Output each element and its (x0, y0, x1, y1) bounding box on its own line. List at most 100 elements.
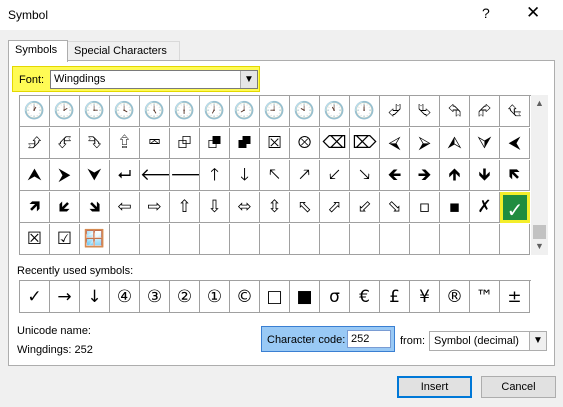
recent-symbol-cell[interactable]: □ (260, 281, 290, 313)
symbol-cell[interactable]: 🡓 (230, 160, 260, 191)
symbol-cell[interactable]: ⮵ (20, 128, 50, 159)
chevron-down-icon[interactable]: ▼ (240, 71, 257, 88)
symbol-cell[interactable]: 🡐 (140, 160, 170, 191)
symbol-cell[interactable]: 🡹 (440, 160, 470, 191)
symbol-cell[interactable]: 🕔 (140, 96, 170, 127)
recent-symbol-cell[interactable]: σ (320, 281, 350, 313)
symbol-cell[interactable]: ⮚ (410, 128, 440, 159)
symbol-cell[interactable]: ⇨ (140, 192, 170, 223)
symbol-cell[interactable]: 🕛 (350, 96, 380, 127)
recent-symbol-cell[interactable]: → (50, 281, 80, 313)
symbol-cell[interactable]: ✗ (470, 192, 500, 223)
recent-symbol-cell[interactable]: ™ (470, 281, 500, 313)
symbol-cell[interactable] (410, 224, 440, 255)
symbol-cell[interactable]: 🕙 (290, 96, 320, 127)
symbol-cell[interactable]: ⮛ (470, 128, 500, 159)
symbol-cell[interactable]: 🕓 (110, 96, 140, 127)
symbol-cell[interactable]: ⮹ (140, 128, 170, 159)
symbol-cell[interactable]: 🕒 (80, 96, 110, 127)
symbol-cell[interactable] (140, 224, 170, 255)
symbol-cell[interactable]: ⬁ (290, 192, 320, 223)
symbol-cell[interactable] (170, 224, 200, 255)
symbol-cell[interactable]: ⮰ (380, 96, 410, 127)
symbol-cell[interactable]: 🡾 (80, 192, 110, 223)
symbol-cell[interactable]: ⇳ (260, 192, 290, 223)
symbol-cell[interactable] (200, 224, 230, 255)
recent-symbol-cell[interactable]: ¥ (410, 281, 440, 313)
scroll-up-icon[interactable]: ▲ (531, 95, 548, 112)
cancel-button[interactable]: Cancel (481, 376, 556, 398)
symbol-cell[interactable] (350, 224, 380, 255)
symbol-cell[interactable]: 🡼 (500, 160, 530, 191)
symbol-cell[interactable]: 🕐 (20, 96, 50, 127)
symbol-cell[interactable] (380, 224, 410, 255)
symbol-cell[interactable]: ⇧ (170, 192, 200, 223)
symbol-cell[interactable]: ⮳ (470, 96, 500, 127)
symbol-cell[interactable]: 🕗 (230, 96, 260, 127)
symbol-cell[interactable]: ⬂ (380, 192, 410, 223)
symbol-cell[interactable] (290, 224, 320, 255)
recent-symbol-cell[interactable]: € (350, 281, 380, 313)
symbol-cell[interactable]: ⮺ (170, 128, 200, 159)
symbol-cell[interactable]: ⬄ (230, 192, 260, 223)
recent-symbol-cell[interactable]: £ (380, 281, 410, 313)
symbol-cell[interactable] (470, 224, 500, 255)
symbol-cell[interactable]: ⌫ (320, 128, 350, 159)
symbol-cell[interactable]: ⮝ (20, 160, 50, 191)
close-button[interactable]: ✕ (526, 3, 540, 23)
symbol-cell[interactable]: 🡕 (290, 160, 320, 191)
scroll-thumb[interactable] (533, 225, 546, 239)
from-select[interactable]: Symbol (decimal) ▼ (429, 331, 547, 351)
font-select[interactable]: Wingdings ▼ (50, 70, 258, 89)
recent-symbol-cell[interactable]: ✓ (20, 281, 50, 313)
recent-symbol-cell[interactable]: © (230, 281, 260, 313)
symbol-cell[interactable]: ⮾ (290, 128, 320, 159)
symbol-cell[interactable]: 🡒 (170, 160, 200, 191)
symbol-cell[interactable] (500, 224, 530, 255)
symbol-cell[interactable] (110, 224, 140, 255)
insert-button[interactable]: Insert (397, 376, 472, 398)
symbol-cell[interactable]: 🡻 (470, 160, 500, 191)
symbol-cell[interactable]: ⮴ (500, 96, 530, 127)
symbol-cell[interactable]: 🡔 (260, 160, 290, 191)
symbol-cell[interactable]: 🕖 (200, 96, 230, 127)
symbol-cell[interactable]: ⮷ (80, 128, 110, 159)
recent-symbol-cell[interactable]: ① (200, 281, 230, 313)
symbol-cell[interactable]: ⮠ (110, 160, 140, 191)
symbol-cell[interactable]: ⮽ (260, 128, 290, 159)
scroll-down-icon[interactable]: ▼ (531, 238, 548, 255)
symbol-cell[interactable]: 🪟 (80, 224, 110, 255)
symbol-cell[interactable]: 🡖 (350, 160, 380, 191)
symbol-cell[interactable]: ⇩ (200, 192, 230, 223)
symbol-cell[interactable]: ⮸ (110, 128, 140, 159)
chevron-down-icon[interactable]: ▼ (529, 332, 546, 350)
symbol-cell[interactable]: ☒ (20, 224, 50, 255)
symbol-cell[interactable]: 🡑 (200, 160, 230, 191)
symbol-cell[interactable] (440, 224, 470, 255)
symbol-cell[interactable]: 🡸 (380, 160, 410, 191)
symbol-cell[interactable]: 🡺 (410, 160, 440, 191)
symbol-cell[interactable]: 🡽 (20, 192, 50, 223)
character-code-input[interactable]: 252 (347, 330, 391, 348)
symbol-cell[interactable]: ⇦ (110, 192, 140, 223)
symbol-cell[interactable]: ▫ (410, 192, 440, 223)
symbol-cell[interactable]: 🡿 (50, 192, 80, 223)
symbol-cell[interactable]: ▪ (440, 192, 470, 223)
symbol-cell[interactable]: 🕘 (260, 96, 290, 127)
symbol-cell[interactable]: 🕑 (50, 96, 80, 127)
symbol-grid[interactable]: 🕐🕑🕒🕓🕔🕕🕖🕗🕘🕙🕚🕛⮰⮱⮲⮳⮴ ⮵⮶⮷⮸⮹⮺⮻⮼⮽⮾⌫⌦⮘⮚⮙⮛⮜ ⮝⮞⮟⮠🡐🡒… (19, 95, 531, 255)
symbol-cell[interactable]: 🕕 (170, 96, 200, 127)
recent-symbol-cell[interactable]: ② (170, 281, 200, 313)
symbol-cell[interactable]: ⮼ (230, 128, 260, 159)
symbol-cell[interactable]: ⮱ (410, 96, 440, 127)
symbol-cell[interactable] (260, 224, 290, 255)
tab-symbols[interactable]: Symbols (8, 40, 68, 62)
symbol-cell[interactable]: ⮜ (500, 128, 530, 159)
symbol-cell[interactable] (230, 224, 260, 255)
recent-symbol-cell[interactable]: ↓ (80, 281, 110, 313)
symbol-cell[interactable]: ⮟ (80, 160, 110, 191)
recent-symbols-grid[interactable]: ✓ → ↓ ④ ③ ② ① © □ ■ σ € £ ¥ ® ™ ± (19, 280, 531, 313)
recent-symbol-cell[interactable]: ③ (140, 281, 170, 313)
symbol-cell[interactable]: ⌦ (350, 128, 380, 159)
recent-symbol-cell[interactable]: ■ (290, 281, 320, 313)
